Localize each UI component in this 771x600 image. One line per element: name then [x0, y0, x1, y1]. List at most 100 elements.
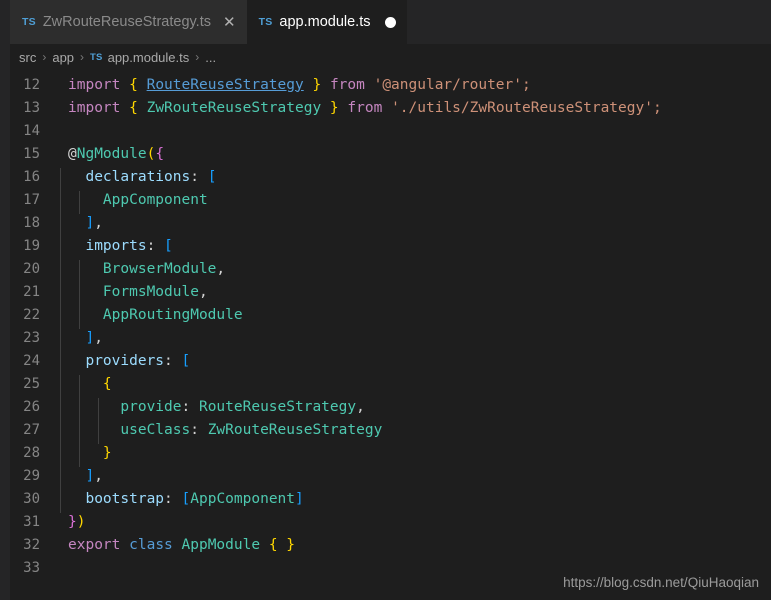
token-type-zwroutereusestrategy: ZwRouteReuseStrategy — [146, 99, 322, 116]
line-content[interactable]: { — [40, 374, 771, 398]
token-property-declarations: declarations — [85, 168, 191, 185]
line-content[interactable]: bootstrap: [AppComponent] — [40, 489, 771, 513]
code-line: 14 — [0, 119, 771, 142]
code-line: 20 BrowserModule, — [0, 257, 771, 283]
code-line: 22 AppRoutingModule — [0, 303, 771, 329]
code-line: 30 bootstrap: [AppComponent] — [0, 487, 771, 513]
line-content[interactable]: export class AppModule { } — [40, 537, 771, 553]
line-content[interactable]: providers: [ — [40, 351, 771, 375]
line-content[interactable]: imports: [ — [40, 236, 771, 260]
line-content[interactable]: BrowserModule, — [40, 259, 771, 283]
token-keyword-import: import — [68, 76, 121, 93]
token-keyword-class: class — [129, 536, 173, 553]
code-line: 16 declarations: [ — [0, 165, 771, 191]
editor-tab-bar: TS ZwRouteReuseStrategy.ts ✕ TS app.modu… — [0, 0, 771, 44]
breadcrumb-item-src[interactable]: src — [19, 50, 36, 65]
token-colon: : — [146, 237, 165, 254]
line-content[interactable]: declarations: [ — [40, 167, 771, 191]
vscode-window: TS ZwRouteReuseStrategy.ts ✕ TS app.modu… — [0, 0, 771, 600]
tab-label: app.module.ts — [279, 14, 371, 30]
tab-label: ZwRouteReuseStrategy.ts — [42, 14, 211, 30]
token-type-zwroutereusestrategy: ZwRouteReuseStrategy — [207, 421, 383, 438]
token-bracket-open: [ — [207, 168, 217, 185]
token-keyword-export: export — [68, 536, 121, 553]
chevron-right-icon: › — [42, 50, 47, 64]
line-content[interactable]: import { ZwRouteReuseStrategy } from './… — [40, 100, 771, 116]
code-line: 23 ], — [0, 326, 771, 352]
code-line: 12 import { RouteReuseStrategy } from '@… — [0, 73, 771, 96]
code-line: 24 providers: [ — [0, 349, 771, 375]
code-line: 13 import { ZwRouteReuseStrategy } from … — [0, 96, 771, 119]
token-brace-close: } — [68, 513, 77, 530]
code-line: 17 AppComponent — [0, 188, 771, 214]
activity-bar-strip — [0, 0, 10, 600]
line-content[interactable]: ], — [40, 213, 771, 237]
token-string-module-path: './utils/ZwRouteReuseStrategy'; — [391, 99, 662, 116]
code-line: 29 ], — [0, 464, 771, 490]
token-bracket-close: ] — [85, 214, 95, 231]
typescript-file-icon: TS — [258, 16, 273, 28]
close-icon[interactable]: ✕ — [223, 15, 236, 30]
token-colon: : — [164, 490, 182, 507]
code-line: 15 @NgModule({ — [0, 142, 771, 165]
line-content[interactable]: import { RouteReuseStrategy } from '@ang… — [40, 77, 771, 93]
token-string-module-path: '@angular/router'; — [373, 76, 531, 93]
line-content[interactable]: ], — [40, 328, 771, 352]
token-comma: , — [198, 283, 208, 300]
code-line: 28 } — [0, 441, 771, 467]
code-line: 19 imports: [ — [0, 234, 771, 260]
breadcrumb-item-file[interactable]: app.module.ts — [108, 50, 190, 65]
token-paren-close: ) — [76, 513, 86, 530]
line-content[interactable]: AppComponent — [40, 190, 771, 214]
line-content[interactable]: }) — [40, 514, 771, 530]
code-line: 31 }) — [0, 510, 771, 533]
token-brace-close: } — [303, 76, 322, 93]
token-identifier-browsermodule: BrowserModule — [102, 260, 217, 277]
token-at-symbol: @ — [68, 145, 77, 162]
token-identifier-appcomponent: AppComponent — [190, 490, 296, 507]
token-keyword-from: from — [347, 99, 383, 116]
code-line: 25 { — [0, 372, 771, 398]
code-editor[interactable]: 12 import { RouteReuseStrategy } from '@… — [0, 70, 771, 600]
code-line: 18 ], — [0, 211, 771, 237]
code-line: 27 useClass: ZwRouteReuseStrategy — [0, 418, 771, 444]
line-content[interactable]: FormsModule, — [40, 282, 771, 306]
watermark-text: https://blog.csdn.net/QiuHaoqian — [563, 575, 759, 590]
token-brace-close: } — [321, 99, 339, 116]
token-comma: , — [94, 329, 103, 346]
token-paren-open: ( — [146, 145, 156, 162]
token-property-useclass: useClass — [120, 421, 191, 438]
token-property-imports: imports — [85, 237, 147, 254]
token-bracket-open: [ — [181, 490, 191, 507]
token-colon: : — [164, 352, 182, 369]
breadcrumb-item-app[interactable]: app — [52, 50, 74, 65]
editor-tab-app-module[interactable]: TS app.module.ts — [246, 0, 407, 44]
line-content[interactable]: AppRoutingModule — [40, 305, 771, 329]
editor-tab-zwroutereusestrategy[interactable]: TS ZwRouteReuseStrategy.ts ✕ — [10, 0, 247, 44]
token-bracket-close: ] — [295, 490, 304, 507]
token-bracket-open: [ — [181, 352, 191, 369]
token-type-routereusestrategy[interactable]: RouteReuseStrategy — [147, 77, 304, 93]
line-content[interactable]: ], — [40, 466, 771, 490]
typescript-file-icon: TS — [22, 16, 36, 28]
line-content[interactable]: } — [40, 443, 771, 467]
unsaved-changes-dot-icon[interactable] — [384, 16, 396, 28]
token-colon: : — [181, 398, 199, 415]
token-keyword-import: import — [68, 99, 121, 116]
token-property-provide: provide — [120, 398, 182, 415]
token-keyword-from: from — [329, 76, 365, 93]
breadcrumb-item-symbol-more[interactable]: ... — [205, 50, 216, 65]
token-comma: , — [216, 260, 226, 277]
token-bracket-open: [ — [164, 237, 173, 254]
token-bracket-close: ] — [85, 467, 95, 484]
line-content[interactable]: provide: RouteReuseStrategy, — [40, 397, 771, 421]
token-type-routereusestrategy: RouteReuseStrategy — [198, 398, 357, 415]
line-content[interactable]: @NgModule({ — [40, 146, 771, 162]
line-content[interactable]: useClass: ZwRouteReuseStrategy — [40, 420, 771, 444]
